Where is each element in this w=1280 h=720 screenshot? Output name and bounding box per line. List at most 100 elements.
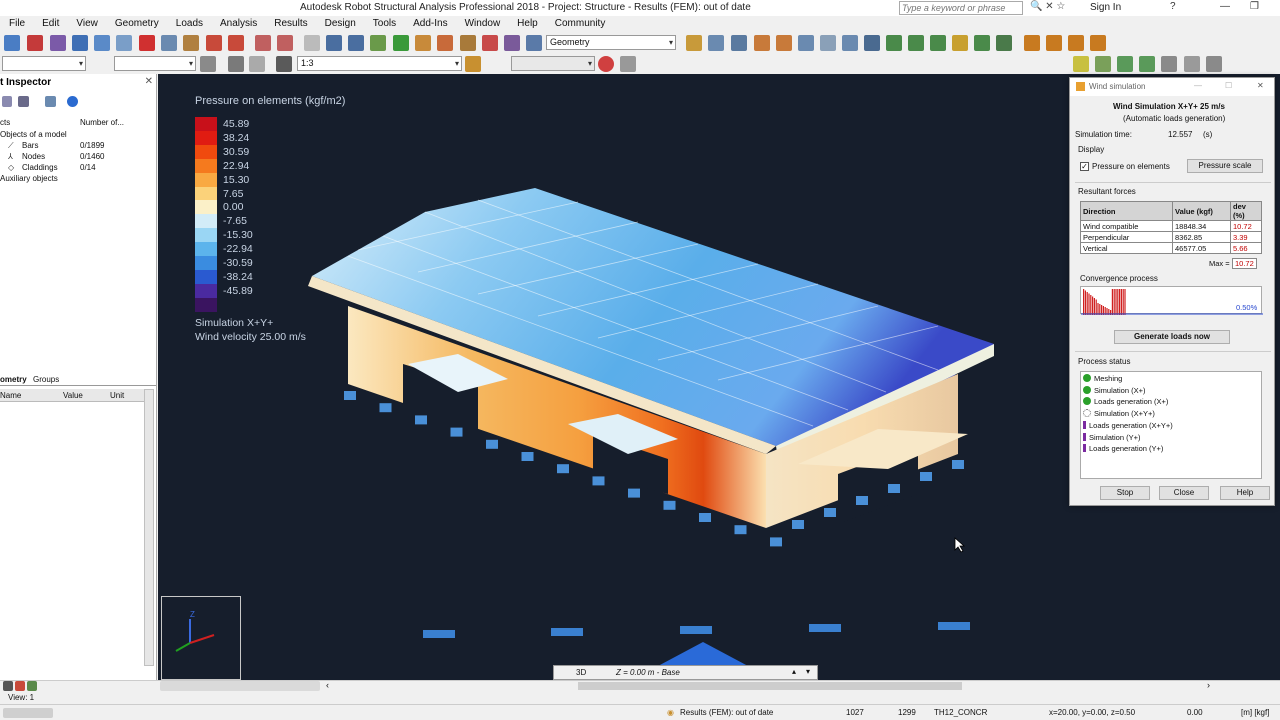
lock-icon[interactable] (304, 35, 320, 51)
help-button[interactable]: Help (1220, 486, 1270, 500)
menu-results[interactable]: Results (265, 16, 315, 32)
view-mode[interactable]: 3D (576, 668, 586, 677)
menu-edit[interactable]: Edit (33, 16, 67, 32)
undo-icon[interactable] (206, 35, 222, 51)
help-icon[interactable]: ? (1170, 1, 1176, 12)
status-icons[interactable] (3, 708, 53, 718)
view-options-icon[interactable] (1184, 56, 1200, 72)
scroll-left-icon[interactable]: ‹ (326, 680, 329, 690)
model-icon[interactable] (460, 35, 476, 51)
cases-icon[interactable] (276, 56, 292, 72)
dimension-icon[interactable] (864, 35, 880, 51)
minimize-icon[interactable]: — (1194, 81, 1202, 90)
zoom-icon[interactable] (348, 35, 364, 51)
combinations-icon[interactable] (1068, 35, 1084, 51)
help-search-input[interactable] (899, 1, 1023, 15)
stop-icon[interactable] (598, 56, 614, 72)
extrude-icon[interactable] (952, 35, 968, 51)
print-icon[interactable] (72, 35, 88, 51)
selection-icon[interactable] (200, 56, 216, 72)
menu-loads[interactable]: Loads (167, 16, 211, 32)
loads-display-icon[interactable] (465, 56, 481, 72)
menu-geometry[interactable]: Geometry (106, 16, 167, 32)
help-icon[interactable] (67, 96, 78, 107)
tree-root[interactable]: Objects of a model (0, 130, 67, 139)
chevron-down-icon[interactable]: ▾ (806, 667, 810, 676)
settings-icon[interactable] (482, 35, 498, 51)
view-icons-strip[interactable] (160, 681, 320, 691)
tab-geometry[interactable]: ometry (0, 375, 27, 384)
close-icon[interactable]: ✕ (1257, 81, 1264, 90)
supports-icon[interactable] (754, 35, 770, 51)
structure-type-combo[interactable]: ▾ (2, 56, 86, 71)
rotate-icon[interactable] (393, 35, 409, 51)
extend-icon[interactable] (996, 35, 1012, 51)
plane-icon[interactable] (1139, 56, 1155, 72)
tree-aux[interactable]: Auxiliary objects (0, 174, 58, 183)
table-icon[interactable] (15, 681, 25, 691)
preview-icon[interactable] (94, 35, 110, 51)
calculations-icon[interactable] (1090, 35, 1106, 51)
horizontal-scrollbar[interactable] (578, 682, 962, 690)
sections-icon[interactable] (776, 35, 792, 51)
frame-icon[interactable] (1117, 56, 1133, 72)
translate-icon[interactable] (930, 35, 946, 51)
maximize-icon[interactable]: ☐ (1225, 81, 1232, 90)
layers-icon[interactable] (3, 681, 13, 691)
grid-icon[interactable] (1095, 56, 1111, 72)
close-icon[interactable]: ✕ (145, 76, 153, 87)
menu-help[interactable]: Help (508, 16, 546, 32)
filter-icon[interactable] (2, 96, 12, 107)
mirror-icon[interactable] (908, 35, 924, 51)
menu-file[interactable]: File (0, 16, 33, 32)
sign-in-link[interactable]: Sign In (1090, 2, 1121, 13)
move-icon[interactable] (886, 35, 902, 51)
table-icon[interactable] (255, 35, 271, 51)
bars-icon[interactable] (731, 35, 747, 51)
releases-icon[interactable] (798, 35, 814, 51)
stop-button[interactable]: Stop (1100, 486, 1150, 500)
selection-combo[interactable]: ▾ (114, 56, 196, 71)
table-edit-icon[interactable] (277, 35, 293, 51)
close-button[interactable]: Close (1159, 486, 1209, 500)
pressure-checkbox-label[interactable]: Pressure on elements (1092, 162, 1170, 171)
filter-icon[interactable] (249, 56, 265, 72)
new-icon[interactable] (4, 35, 20, 51)
open-icon[interactable] (27, 35, 43, 51)
level-label[interactable]: Z = 0.00 m - Base (616, 668, 680, 677)
display-icon[interactable] (228, 56, 244, 72)
view-icon[interactable] (415, 35, 431, 51)
offsets-icon[interactable] (820, 35, 836, 51)
trim-icon[interactable] (974, 35, 990, 51)
attributes-icon[interactable] (1206, 56, 1222, 72)
search-icon[interactable]: 🔍 ✕ ☆ (1030, 1, 1065, 12)
screen-capture-icon[interactable] (116, 35, 132, 51)
menu-community[interactable]: Community (546, 16, 614, 32)
case-combo[interactable]: 1:3 ▾ (297, 56, 462, 71)
menu-analysis[interactable]: Analysis (211, 16, 265, 32)
pan-icon[interactable] (370, 35, 386, 51)
menu-view[interactable]: View (67, 16, 106, 32)
layout-combo[interactable]: Geometry ▾ (546, 35, 676, 50)
paste-icon[interactable] (183, 35, 199, 51)
pressure-scale-button[interactable]: Pressure scale (1187, 159, 1263, 173)
menu-addins[interactable]: Add-Ins (404, 16, 455, 32)
section-icon[interactable] (437, 35, 453, 51)
load-icon[interactable] (1024, 35, 1040, 51)
menu-window[interactable]: Window (456, 16, 509, 32)
tree-icon[interactable] (18, 96, 29, 107)
chevron-up-icon[interactable]: ▴ (792, 667, 796, 676)
snap-icon[interactable] (1073, 56, 1089, 72)
generate-loads-button[interactable]: Generate loads now (1114, 330, 1230, 344)
load-cases-icon[interactable] (1046, 35, 1062, 51)
mesh-icon[interactable] (1161, 56, 1177, 72)
tools-icon[interactable] (504, 35, 520, 51)
minimize-icon[interactable]: — (1220, 1, 1230, 12)
pressure-checkbox[interactable]: ✓ (1080, 162, 1089, 171)
view-label[interactable]: View: 1 (8, 693, 34, 702)
tree-item-nodes[interactable]: Nodes (22, 152, 45, 161)
tab-groups[interactable]: Groups (33, 375, 59, 384)
pencil-icon[interactable] (686, 35, 702, 51)
menu-design[interactable]: Design (316, 16, 364, 32)
filter-case-icon[interactable] (620, 56, 636, 72)
